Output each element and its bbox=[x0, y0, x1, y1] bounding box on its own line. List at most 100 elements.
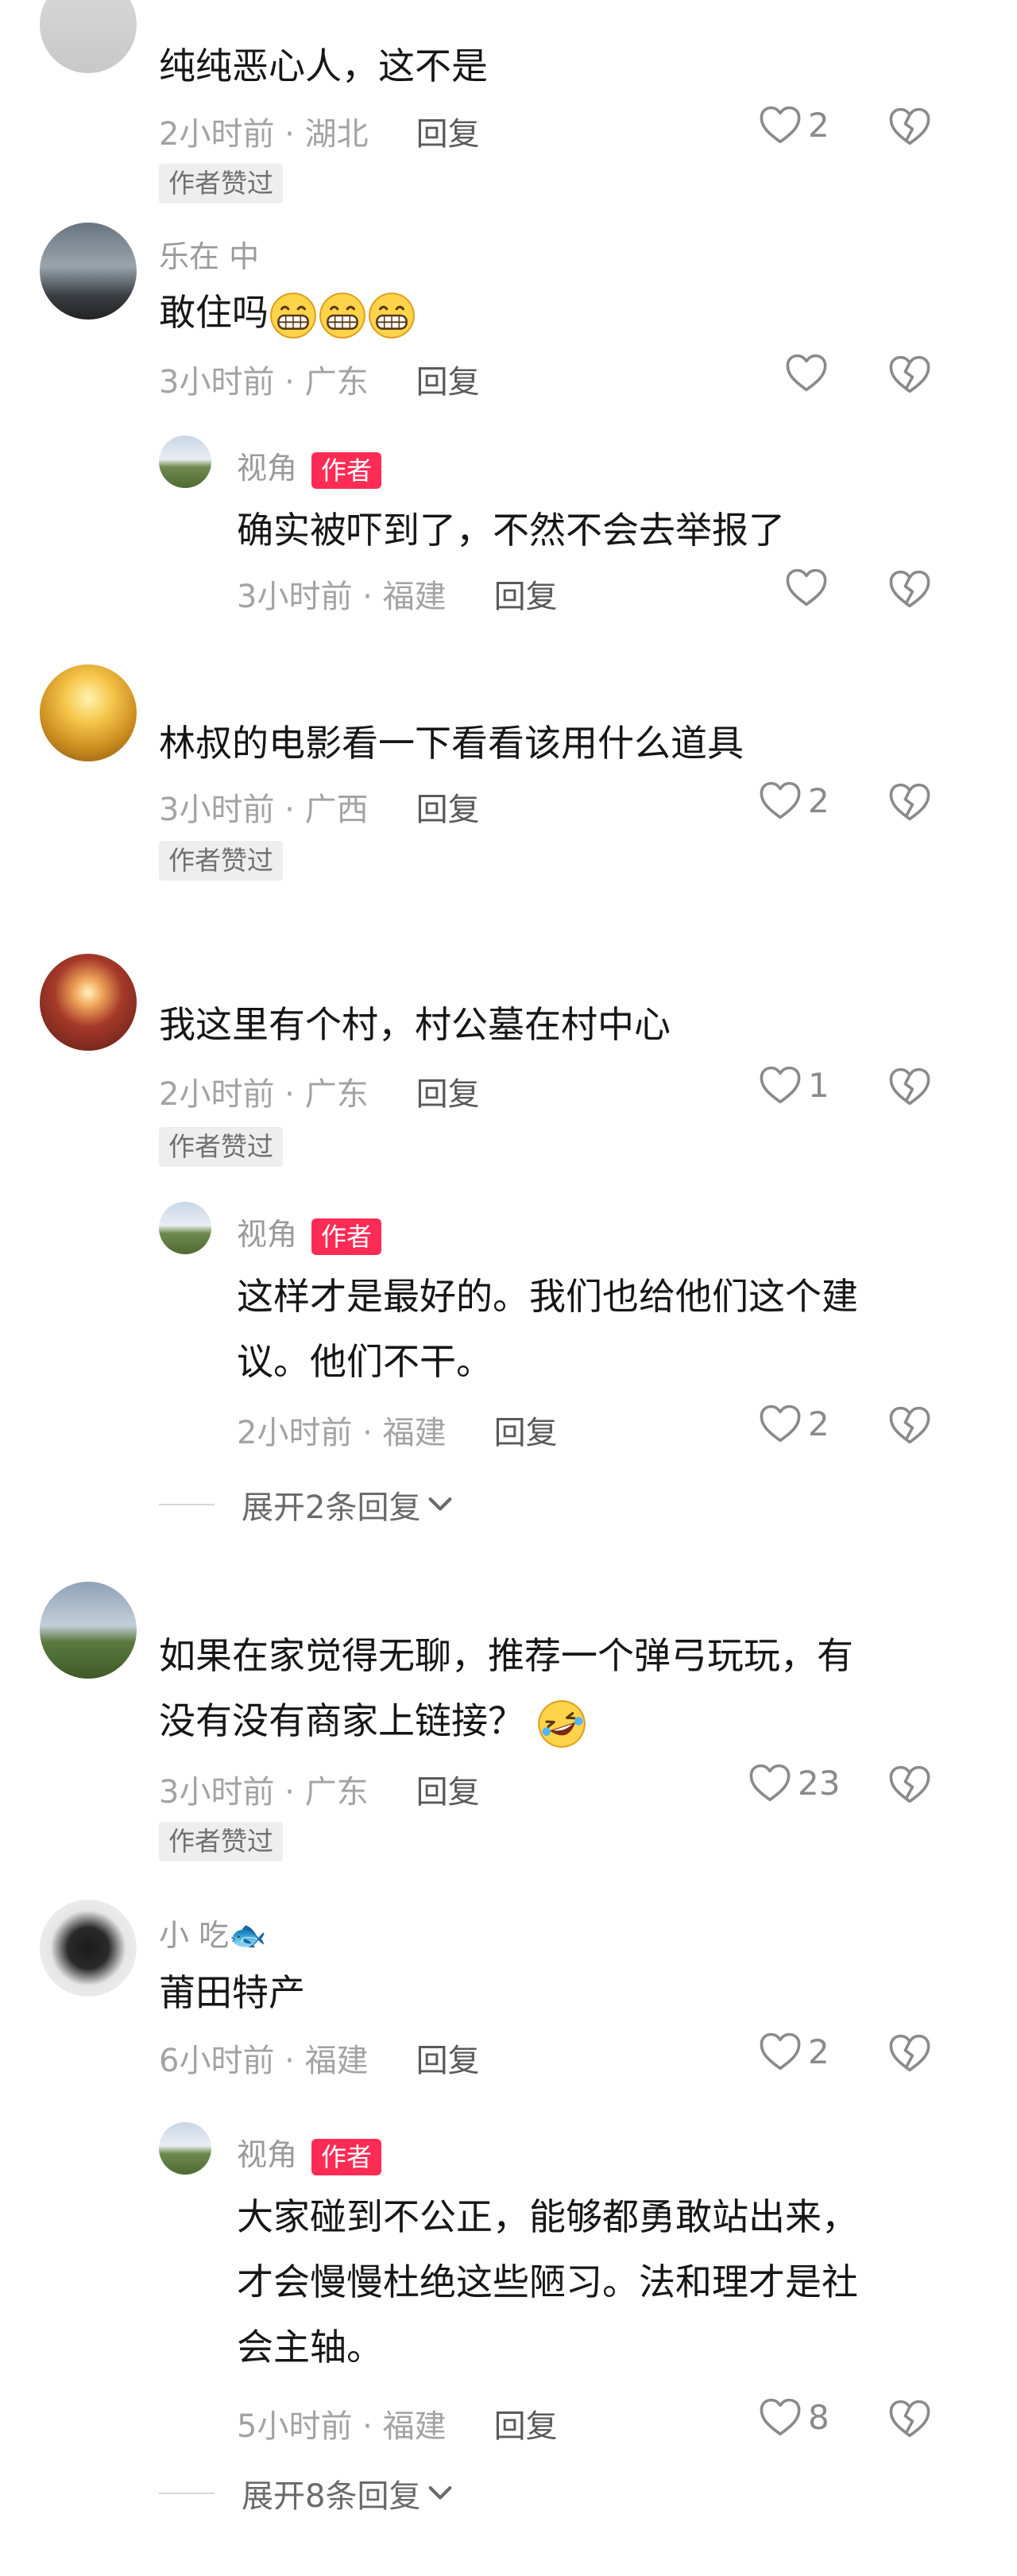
dislike-button[interactable] bbox=[888, 2033, 931, 2073]
like-button[interactable] bbox=[785, 353, 828, 393]
like-button[interactable]: 23 bbox=[748, 1763, 840, 1803]
expand-replies-button[interactable]: 展开8条回复 bbox=[159, 2470, 454, 2516]
comment-time-location: 5小时前 · 福建 bbox=[237, 2408, 447, 2445]
like-button[interactable]: 8 bbox=[759, 2397, 829, 2437]
fish-icon: 🐟 bbox=[229, 1918, 267, 1953]
dislike-button[interactable] bbox=[888, 1067, 931, 1106]
comment-text: 确实被吓到了，不然不会去举报了 bbox=[237, 509, 785, 552]
broken-heart-icon bbox=[888, 354, 931, 394]
like-button[interactable]: 2 bbox=[759, 781, 829, 820]
reply-button[interactable]: 回复 bbox=[494, 579, 558, 615]
author-liked-badge: 作者赞过 bbox=[159, 841, 283, 881]
comment-time-location: 6小时前 · 福建 bbox=[159, 2043, 369, 2079]
comment-text: 敢住吗 bbox=[159, 280, 416, 345]
grin-emoji-icon bbox=[367, 291, 416, 340]
comment-meta: 2小时前 · 广东 回复 bbox=[159, 1068, 480, 1114]
comment-text: 我这里有个村，村公墓在村中心 bbox=[159, 1003, 671, 1046]
like-button[interactable]: 2 bbox=[759, 105, 829, 145]
comment-text-content: 没有没有商家上链接？ bbox=[159, 1699, 524, 1742]
heart-outline-icon bbox=[759, 781, 802, 820]
author-tag: 作者 bbox=[311, 451, 382, 489]
username[interactable]: 乐在 中 bbox=[159, 232, 259, 276]
dislike-button[interactable] bbox=[888, 107, 931, 146]
avatar[interactable] bbox=[159, 2122, 211, 2175]
expand-replies-button[interactable]: 展开2条回复 bbox=[159, 1482, 454, 1528]
heart-outline-icon bbox=[785, 353, 828, 393]
username-text: 视角 bbox=[237, 2137, 298, 2172]
chevron-down-icon bbox=[427, 1496, 454, 1513]
comment-text: 莆田特产 bbox=[159, 1971, 305, 2014]
dislike-button[interactable] bbox=[888, 354, 931, 394]
grin-emoji-icon bbox=[269, 291, 318, 340]
reply-button[interactable]: 回复 bbox=[494, 1415, 558, 1451]
avatar[interactable] bbox=[40, 664, 137, 761]
dislike-button[interactable] bbox=[888, 2399, 931, 2438]
username[interactable]: 视角 作者 bbox=[237, 2130, 382, 2175]
avatar[interactable] bbox=[40, 1900, 137, 1997]
broken-heart-icon bbox=[888, 1067, 931, 1106]
like-button[interactable] bbox=[785, 567, 828, 607]
avatar[interactable] bbox=[159, 436, 211, 488]
reply-button[interactable]: 回复 bbox=[416, 1076, 480, 1113]
username[interactable]: 小 吃🐟 bbox=[159, 1911, 266, 1954]
author-liked-badge: 作者赞过 bbox=[159, 1127, 283, 1167]
dislike-button[interactable] bbox=[888, 1764, 931, 1804]
reply-button[interactable]: 回复 bbox=[416, 116, 480, 153]
comment-text-line: 如果在家觉得无聊，推荐一个弹弓玩玩，有 bbox=[159, 1634, 853, 1677]
username-text: 视角 bbox=[237, 451, 298, 486]
expand-replies-label: 展开2条回复 bbox=[242, 1489, 421, 1526]
broken-heart-icon bbox=[888, 1405, 931, 1445]
heart-outline-icon bbox=[759, 2397, 802, 2437]
comment-text-content: 敢住吗 bbox=[159, 291, 269, 334]
like-count: 2 bbox=[808, 781, 829, 820]
like-count: 8 bbox=[808, 2397, 829, 2437]
divider bbox=[159, 1504, 215, 1505]
avatar[interactable] bbox=[40, 1582, 137, 1679]
like-button[interactable]: 2 bbox=[759, 1404, 829, 1443]
reply-button[interactable]: 回复 bbox=[416, 2043, 480, 2079]
author-tag: 作者 bbox=[311, 2138, 382, 2175]
avatar[interactable] bbox=[40, 954, 137, 1051]
comment-time-location: 3小时前 · 广东 bbox=[159, 1774, 369, 1811]
dislike-button[interactable] bbox=[888, 569, 931, 609]
comment-time-location: 3小时前 · 广东 bbox=[159, 364, 369, 401]
like-count: 2 bbox=[808, 2032, 829, 2071]
like-button[interactable]: 2 bbox=[759, 2032, 829, 2071]
dislike-button[interactable] bbox=[888, 782, 931, 822]
comment-meta: 5小时前 · 福建 回复 bbox=[237, 2400, 558, 2446]
like-button[interactable]: 1 bbox=[759, 1065, 829, 1105]
reply-button[interactable]: 回复 bbox=[416, 364, 480, 401]
reply-button[interactable]: 回复 bbox=[416, 1774, 480, 1811]
comment-time-location: 2小时前 · 广东 bbox=[159, 1076, 369, 1113]
comment-meta: 3小时前 · 广东 回复 bbox=[159, 356, 480, 402]
like-count: 23 bbox=[798, 1763, 841, 1803]
comment-text: 纯纯恶心人，这不是 bbox=[159, 45, 488, 87]
avatar[interactable] bbox=[40, 0, 137, 73]
comment-text-line: 这样才是最好的。我们也给他们这个建 bbox=[237, 1275, 858, 1318]
username[interactable]: 视角 作者 bbox=[237, 444, 382, 489]
broken-heart-icon bbox=[888, 107, 931, 146]
broken-heart-icon bbox=[888, 569, 931, 609]
author-tag: 作者 bbox=[311, 1218, 382, 1255]
avatar[interactable] bbox=[40, 223, 137, 320]
reply-button[interactable]: 回复 bbox=[494, 2408, 558, 2445]
author-liked-badge: 作者赞过 bbox=[159, 1822, 283, 1861]
username[interactable]: 视角 作者 bbox=[237, 1210, 382, 1255]
heart-outline-icon bbox=[759, 105, 802, 145]
like-count: 2 bbox=[808, 105, 829, 145]
heart-outline-icon bbox=[759, 1065, 802, 1105]
broken-heart-icon bbox=[888, 2033, 931, 2073]
reply-button[interactable]: 回复 bbox=[416, 792, 480, 828]
username-text: 小 吃 bbox=[159, 1918, 230, 1953]
dislike-button[interactable] bbox=[888, 1405, 931, 1445]
laughing-tears-emoji-icon bbox=[536, 1699, 587, 1749]
comment-text: 林叔的电影看一下看看该用什么道具 bbox=[159, 722, 744, 765]
comment-text: 如果在家觉得无聊，推荐一个弹弓玩玩，有 没有没有商家上链接？ bbox=[159, 1623, 853, 1753]
broken-heart-icon bbox=[888, 1764, 931, 1804]
author-liked-badge: 作者赞过 bbox=[159, 164, 283, 203]
avatar[interactable] bbox=[159, 1202, 211, 1254]
comment-meta: 3小时前 · 广东 回复 bbox=[159, 1766, 480, 1812]
comment-text: 大家碰到不公正，能够都勇敢站出来， 才会慢慢杜绝这些陋习。法和理才是社 会主轴。 bbox=[237, 2184, 858, 2380]
username-text: 视角 bbox=[237, 1217, 298, 1252]
like-count: 2 bbox=[808, 1404, 829, 1443]
